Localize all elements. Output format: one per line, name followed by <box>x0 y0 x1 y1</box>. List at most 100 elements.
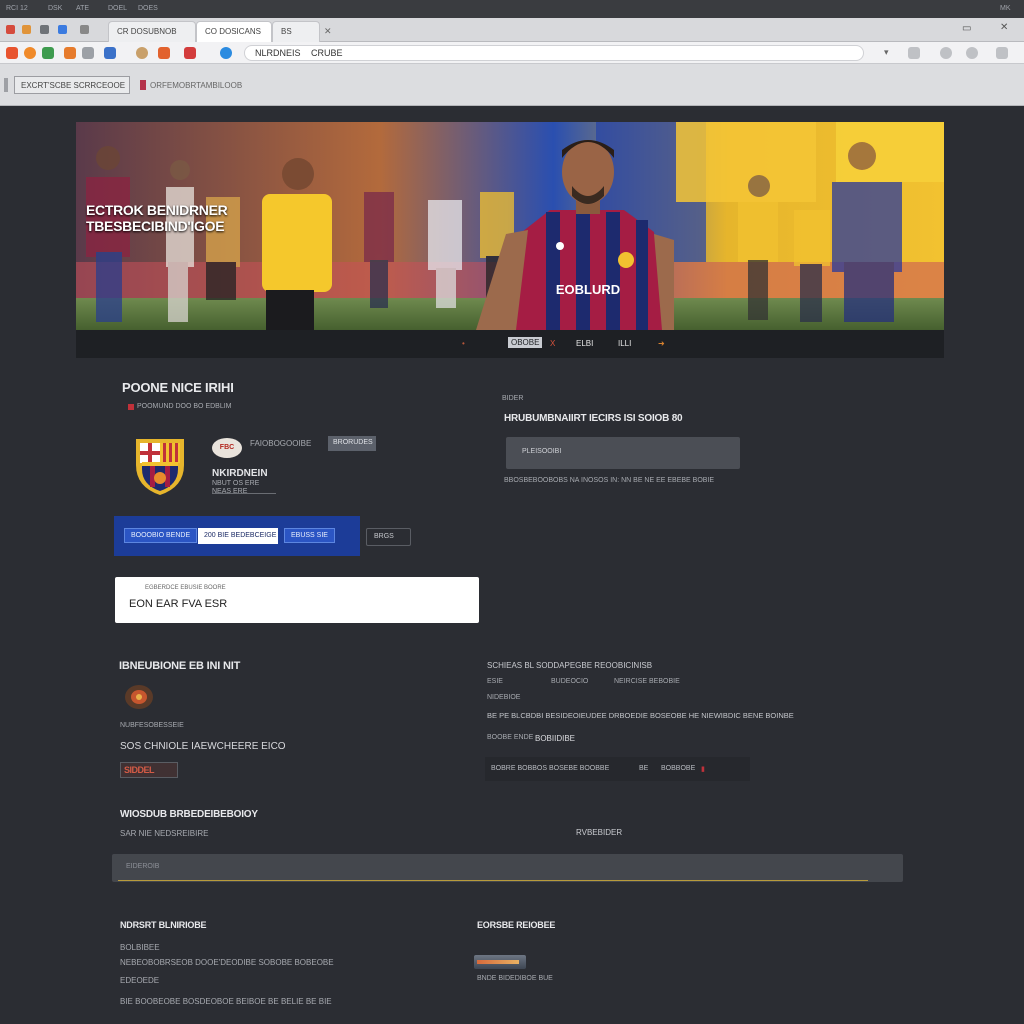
extension-icon[interactable] <box>104 47 116 59</box>
tab-bs[interactable]: BS <box>272 21 320 42</box>
primary-action-button[interactable]: BOOOBIO BENDE <box>124 528 198 543</box>
hero-nav-arrow-icon[interactable]: ➜ <box>658 339 665 348</box>
section3-subtitle: SAR NIE NEDSREIBIRE <box>120 829 209 838</box>
tab-favicon-icon[interactable] <box>40 25 49 34</box>
section2-title: IBNEUBIONE EB INI NIT <box>119 660 241 672</box>
info-strip-text: BOBBOBE <box>661 765 696 772</box>
section2-right-item: BUDEOCIO <box>551 678 589 685</box>
hero-headline-line: ECTROK BENIDRNER <box>86 202 228 218</box>
bookmark-chip-label: EXCRT'SCBE SCRRCEOOE <box>21 81 126 90</box>
section2-caption: NUBFESOBESSEIE <box>120 722 184 729</box>
extension-icon[interactable] <box>136 47 148 59</box>
bookmark-link[interactable]: ORFEMOBRTAMBILOOB <box>150 81 242 90</box>
tab-strip: CR DOSUBNOB CO DOSICANS BS ✕ ▭ ✕ <box>0 18 1024 42</box>
os-title-bar: RCI 12 DSK ATE DOEL DOES MK <box>0 0 1024 18</box>
hero-nav-item[interactable]: OBOBE <box>508 337 543 348</box>
extension-icon[interactable] <box>184 47 196 59</box>
action-panel: BOOOBIO BENDE 200 BIE BEDEBCEIGE EBUSS S… <box>114 516 360 556</box>
title-item: RCI 12 <box>6 5 28 12</box>
info-strip-text: BE <box>639 765 649 772</box>
app-icon[interactable] <box>6 25 15 34</box>
new-tab-icon[interactable]: ✕ <box>324 26 332 37</box>
divider <box>212 493 276 494</box>
section-subtitle: POOMUND DOO BO EDBLIM <box>137 403 232 410</box>
tab-cr-dosubnob[interactable]: CR DOSUBNOB <box>108 21 196 42</box>
search-placeholder: PLEISOOIBI <box>522 448 562 455</box>
minimize-icon[interactable]: ▭ <box>962 23 971 34</box>
footer-left-title: NDRSRT BLNIRIOBE <box>120 920 207 930</box>
status-badge[interactable]: SIDDEL <box>120 762 178 778</box>
footer-right-caption: BNDE BIDEDIBOE BUE <box>477 975 553 982</box>
footer-left-line: NEBEOBOBRSEOB DOOE'DEODIBE SOBOBE BOBEOB… <box>120 958 334 967</box>
browser-toolbar: NLRDNEIS CRUBE ▾ <box>0 42 1024 64</box>
info-icon[interactable] <box>220 47 232 59</box>
title-right-label: MK <box>1000 5 1011 12</box>
tab-favicon-icon[interactable] <box>58 25 67 34</box>
title-item: DOES <box>138 5 158 12</box>
fc-barcelona-crest-icon[interactable] <box>132 435 188 497</box>
trophy-icon <box>125 685 153 709</box>
footer-right-title: EORSBE REIOBEE <box>477 920 556 930</box>
settings-icon[interactable] <box>940 47 952 59</box>
tab-label: CO DOSICANS <box>205 27 262 36</box>
back-icon[interactable] <box>6 47 18 59</box>
club-tagline: FAIOBOGOOIBE <box>250 439 312 448</box>
hero-nav-dot-icon: • <box>462 339 465 348</box>
bookmarks-divider <box>4 78 8 92</box>
tab-active[interactable]: CO DOSICANS <box>196 21 272 42</box>
search-input[interactable]: PLEISOOIBI <box>506 437 740 469</box>
right-tiny-label: BIDER <box>502 395 524 402</box>
title-item: DSK <box>48 5 63 12</box>
extension-icon[interactable] <box>82 47 94 59</box>
reload-icon[interactable] <box>42 47 54 59</box>
menu-icon[interactable] <box>996 47 1008 59</box>
hero-nav-close-icon[interactable]: X <box>550 339 555 348</box>
bookmark-icon[interactable] <box>140 80 146 90</box>
bookmark-icon[interactable] <box>908 47 920 59</box>
section2-right-text: BE PE BLCBDBI BESIDEOIEUDEE DRBOEDIE BOS… <box>487 711 794 720</box>
bookmark-chip[interactable]: EXCRT'SCBE SCRRCEOOE <box>14 76 130 94</box>
hero-headline: ECTROK BENIDRNER TBESBECIBIND'IGOE <box>86 202 228 234</box>
bookmarks-bar: EXCRT'SCBE SCRRCEOOE ORFEMOBRTAMBILOOB <box>0 64 1024 106</box>
mini-club-logo-icon[interactable]: FBC <box>212 438 242 458</box>
section2-right-value: BOBIIDIBE <box>535 734 576 743</box>
footer-left-line: EDEOEDE <box>120 976 160 985</box>
section3-center-label: RVBEBIDER <box>576 828 623 837</box>
address-bar[interactable]: NLRDNEIS CRUBE <box>244 45 864 61</box>
footer-left-line: BOLBIBEE <box>120 943 160 952</box>
forward-icon[interactable] <box>24 47 36 59</box>
text-input-card[interactable]: EGBERDCE EBUSIE BOORE EON EAR FVA ESR <box>115 577 479 623</box>
profile-icon[interactable] <box>966 47 978 59</box>
close-window-icon[interactable]: ✕ <box>1000 22 1008 33</box>
footer-left-line: BIE BOOBEOBE BOSDEOBOE BEIBOE BE BELIE B… <box>120 997 332 1006</box>
info-strip[interactable]: BOBRE BOBBOS BOSEBE BOOBBE BE BOBBOBE ▮ <box>485 757 750 781</box>
live-dot-icon <box>128 404 134 410</box>
tab-favicon-icon[interactable] <box>22 25 31 34</box>
club-meta: NBUT OS ERE <box>212 480 260 487</box>
outline-button[interactable]: BRGS <box>366 528 411 546</box>
extension-icon[interactable] <box>64 47 76 59</box>
progress-label: EIDEROIB <box>126 863 160 870</box>
info-strip-marker-icon: ▮ <box>701 766 705 773</box>
club-name: NKIRDNEIN <box>212 468 268 479</box>
hero-nav-item[interactable]: ELBI <box>576 339 593 348</box>
tab-label: CR DOSUBNOB <box>117 27 177 36</box>
section2-right-heading: SCHIEAS BL SODDAPEGBE REOOBICINISB <box>487 661 653 670</box>
input-value[interactable]: EON EAR FVA ESR <box>129 598 227 610</box>
input-caption: EGBERDCE EBUSIE BOORE <box>145 585 226 591</box>
right-section-title: HRUBUMBNAIIRT IECIRS ISI SOIOB 80 <box>504 413 683 424</box>
info-strip-text: BOBRE BOBBOS BOSEBE BOOBBE <box>491 765 610 772</box>
club-chip[interactable]: BRORUDES <box>328 436 376 451</box>
progress-track[interactable]: EIDEROIB <box>112 854 903 882</box>
selected-option-button[interactable]: 200 BIE BEDEBCEIGE <box>198 528 278 544</box>
title-item: ATE <box>76 5 90 12</box>
hero-nav-item[interactable]: ILLI <box>618 339 631 348</box>
section2-right-item: ESIE <box>487 678 503 685</box>
dropdown-icon[interactable]: ▾ <box>884 47 889 58</box>
hero-banner[interactable]: EOBLURD ECTROK BENIDRNER TBESBECIBIND'IG… <box>76 122 944 330</box>
secondary-action-button[interactable]: EBUSS SIE <box>284 528 335 543</box>
section2-right-caption: BOOBE ENDE <box>487 734 534 741</box>
hero-nav-bar: • OBOBE X ELBI ILLI ➜ <box>76 330 944 358</box>
tab-favicon-icon[interactable] <box>80 25 89 34</box>
extension-icon[interactable] <box>158 47 170 59</box>
